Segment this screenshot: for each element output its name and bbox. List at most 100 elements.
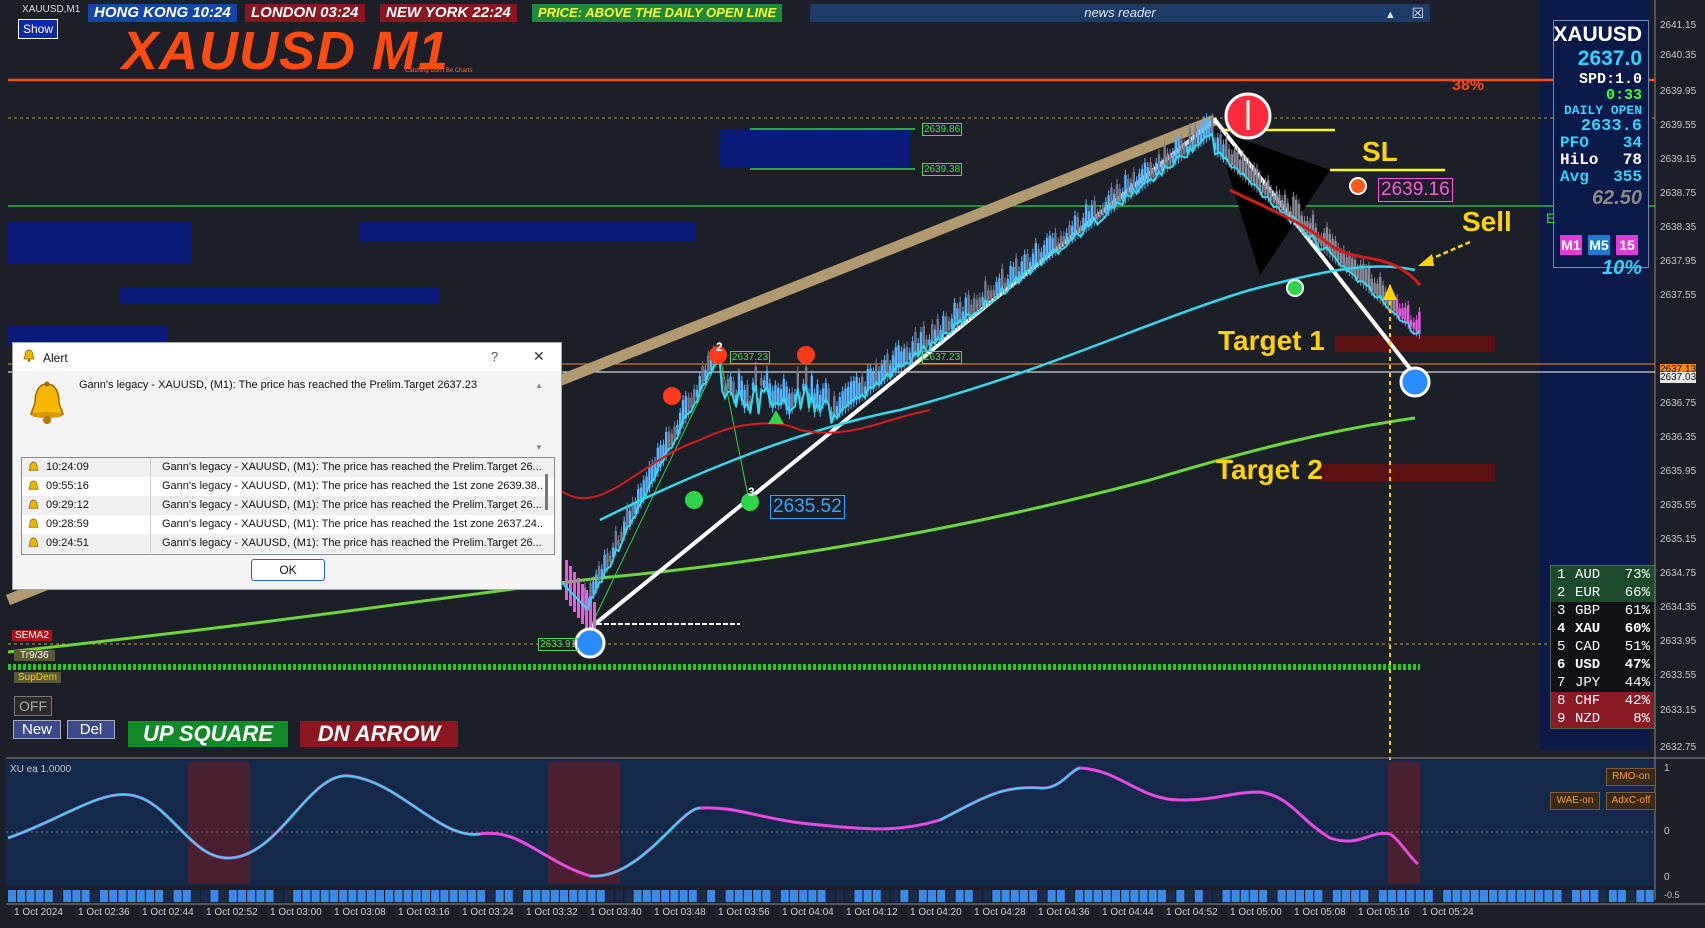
time-tick: 1 Oct 03:48 (654, 907, 706, 918)
histogram-bar (587, 890, 596, 902)
price-tick: 2635.95 (1660, 466, 1697, 477)
histogram-bar (284, 890, 292, 902)
alert-history-row[interactable]: 09:55:16 Gann's legacy - XAUUSD, (M1): Th… (22, 477, 554, 496)
column-divider (150, 515, 151, 534)
new-button[interactable]: New (13, 720, 61, 739)
currency-row: 9 NZD 8% (1551, 710, 1654, 728)
news-reader-bar[interactable]: news reader ▲ ☒ (810, 4, 1430, 22)
scroll-up-icon[interactable]: ▲ (535, 381, 543, 390)
candle-body (978, 297, 981, 308)
price-tick: 2633.55 (1660, 670, 1697, 681)
list-scrollbar[interactable] (545, 474, 548, 510)
candle-body (1048, 235, 1051, 256)
candle-body (606, 553, 609, 568)
candle-body (889, 365, 892, 375)
wae-toggle[interactable]: WAE-on (1550, 792, 1600, 810)
ok-button[interactable]: OK (251, 559, 325, 581)
sema2-tag[interactable]: SEMA2 (12, 630, 52, 641)
show-button[interactable]: Show (18, 19, 58, 39)
histogram-bar (1222, 890, 1231, 902)
candle-body (1180, 139, 1183, 157)
symbol-info-panel: XAUUSD 2637.0 SPD:1.0 0:33 DAILY OPEN 26… (1553, 20, 1649, 279)
adxc-toggle[interactable]: AdxC-off (1606, 792, 1656, 810)
alert-titlebar[interactable]: Alert ? ✕ (13, 343, 561, 371)
histogram-bar (1516, 890, 1525, 902)
help-icon[interactable]: ? (491, 349, 498, 364)
alert-history-row[interactable]: 09:29:12 Gann's legacy - XAUUSD, (M1): Th… (22, 496, 554, 515)
histogram-bar (330, 890, 338, 902)
time-tick: 1 Oct 05:00 (1230, 907, 1282, 918)
histogram-bar (127, 890, 136, 902)
candle-body (1152, 169, 1155, 178)
alert-history-row[interactable]: 09:28:59 Gann's legacy - XAUUSD, (M1): Th… (22, 515, 554, 534)
candle-body (597, 566, 601, 584)
alert-dialog[interactable]: Alert ? ✕ Gann's legacy - XAUUSD, (M1): … (12, 342, 562, 590)
alert-history-row[interactable]: 09:24:51 Gann's legacy - XAUUSD, (M1): Th… (22, 534, 554, 553)
price-tick: 2639.55 (1660, 120, 1697, 131)
histogram-bar (725, 890, 734, 902)
alert-history-row[interactable]: 10:24:09 Gann's legacy - XAUUSD, (M1): Th… (22, 458, 554, 477)
close-icon[interactable]: ☒ (1411, 5, 1424, 21)
axis-bg (1655, 0, 1705, 928)
currency-code: EUR (1575, 585, 1601, 601)
up-square-button[interactable]: UP SQUARE (128, 721, 288, 747)
candle-body (900, 351, 903, 367)
candle-body (973, 297, 976, 312)
candle-body (1241, 155, 1245, 176)
candle-body (765, 370, 769, 388)
histogram-bar (578, 890, 587, 902)
tr936-tag[interactable]: Tr9/36 (14, 650, 55, 661)
bottom-price: 2633.91 (538, 638, 579, 651)
candle-body (1101, 207, 1105, 216)
zone-top-price: 2639.86 (922, 123, 963, 136)
price-tick: 2637.03 (1660, 372, 1697, 383)
candle-body (1339, 252, 1343, 264)
histogram-bar (1332, 890, 1341, 902)
collapse-icon[interactable]: ▲ (1385, 9, 1396, 21)
candle-body (1040, 252, 1043, 262)
histogram-bar (164, 890, 173, 902)
supdem-tag[interactable]: SupDem (14, 672, 61, 683)
histogram-bar (486, 890, 495, 902)
histogram-bar (385, 890, 394, 902)
currency-percent: 51% (1624, 639, 1650, 655)
histogram-bar (836, 890, 844, 902)
histogram-bar (1130, 890, 1139, 902)
time-tick: 1 Oct 04:12 (846, 907, 898, 918)
candle-body (693, 389, 696, 403)
alert-time: 09:29:12 (46, 499, 89, 511)
close-icon[interactable]: ✕ (533, 348, 545, 365)
tf-button-m1[interactable]: M1 (1560, 235, 1582, 255)
histogram-bar (440, 890, 449, 902)
histogram-bar (1121, 890, 1130, 902)
del-button[interactable]: Del (67, 720, 115, 739)
histogram-bar (468, 890, 476, 902)
currency-percent: 60% (1624, 621, 1650, 637)
alert-history-list[interactable]: 10:24:09 Gann's legacy - XAUUSD, (M1): Th… (21, 457, 555, 555)
histogram-bar (1093, 890, 1102, 902)
histogram-bar (1020, 890, 1028, 902)
tf-button-m15[interactable]: 15 (1616, 235, 1638, 255)
tf-button-m5[interactable]: M5 (1588, 235, 1610, 255)
candle-body (1356, 269, 1359, 279)
panel-symbol: XAUUSD (1553, 23, 1642, 46)
stoploss-price: 2639.16 (1378, 178, 1453, 202)
scroll-down-icon[interactable]: ▼ (535, 443, 543, 452)
candle-body (987, 290, 990, 302)
price-tick: 2638.35 (1660, 222, 1697, 233)
currency-percent: 73% (1624, 567, 1650, 583)
currency-row: 7 JPY 44% (1551, 674, 1654, 692)
candle-body (942, 315, 945, 335)
news-reader-label: news reader (1084, 5, 1156, 20)
time-tick: 1 Oct 02:52 (206, 907, 258, 918)
off-button[interactable]: OFF (14, 696, 52, 716)
alert-text: Gann's legacy - XAUUSD, (M1): The price … (162, 518, 542, 530)
histogram-bar (26, 890, 35, 902)
candle-body (1076, 217, 1079, 235)
rmo-toggle[interactable]: RMO-on (1606, 768, 1656, 786)
histogram-bar (1194, 890, 1203, 902)
histogram-bar (817, 890, 826, 902)
dn-arrow-button[interactable]: DN ARROW (300, 721, 458, 747)
chart-symbol-title: XAUUSD M1 (122, 21, 450, 81)
candle-body (754, 366, 757, 388)
